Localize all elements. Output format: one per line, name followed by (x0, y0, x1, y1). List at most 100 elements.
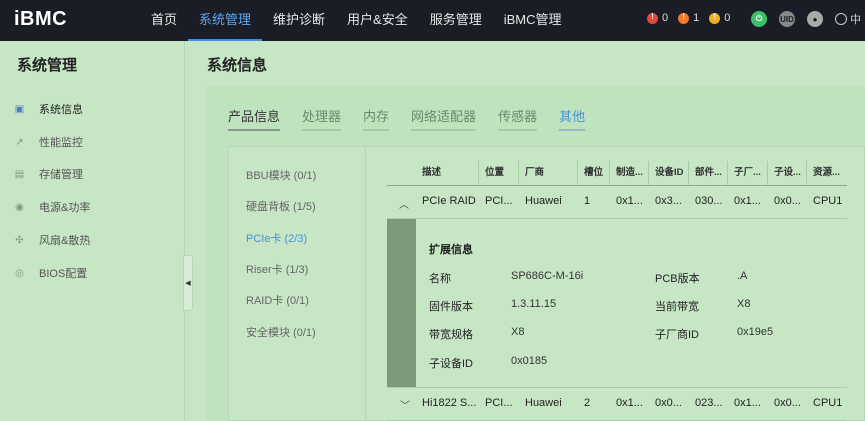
detail-key-pcb-version: PCB版本 (655, 273, 700, 285)
col-header-position: 位置 (479, 161, 519, 185)
col-header-device-id: 设备ID (649, 161, 689, 185)
chart-icon: ↗ (15, 136, 24, 148)
cell-sub-vendor: 0x1... (734, 195, 761, 207)
cell-description: PCIe RAID (422, 195, 476, 207)
tab-memory[interactable]: 内存 (363, 106, 390, 131)
major-alert[interactable]: 1 (678, 12, 699, 24)
detail-key-firmware: 固件版本 (429, 301, 473, 313)
col-header-part: 部件... (689, 161, 728, 185)
cell-sub-device: 0x0... (774, 195, 801, 207)
detail-value-current-bandwidth: X8 (737, 298, 751, 310)
expand-row-chevron-down-icon[interactable]: ﹀ (400, 397, 410, 412)
sidebar-item-label: 性能监控 (39, 137, 83, 149)
major-alert-icon (678, 12, 690, 24)
sidebar-item-performance[interactable]: ↗ 性能监控 (0, 128, 184, 156)
subnav-raid-card[interactable]: RAID卡 (0/1) (246, 292, 309, 308)
globe-icon (835, 13, 847, 25)
tab-sensor[interactable]: 传感器 (498, 106, 538, 131)
cell-resource: CPU1 (813, 397, 843, 409)
cell-sub-vendor: 0x1... (734, 397, 761, 409)
detail-value-pcb-version: .A (737, 270, 748, 282)
collapse-row-chevron-up-icon[interactable]: ︿ (399, 196, 409, 211)
sidebar-item-system-info[interactable]: ▣ 系统信息 (0, 95, 184, 123)
nav-system-management[interactable]: 系统管理 (188, 0, 263, 41)
subnav-pcie-card[interactable]: PCIe卡 (2/3) (246, 230, 307, 246)
detail-value-firmware: 1.3.11.15 (511, 298, 557, 310)
minor-alert[interactable]: 0 (709, 12, 730, 24)
detail-key-name: 名称 (429, 273, 451, 285)
header-divider (387, 185, 847, 186)
storage-icon: ▤ (14, 168, 25, 180)
user-avatar-icon[interactable]: ● (807, 11, 823, 27)
col-header-resource: 资源... (813, 167, 840, 178)
subnav-disk-backplane[interactable]: 硬盘背板 (1/5) (246, 198, 316, 214)
expanded-details: 扩展信息 名称 SP686C-M-16i 固件版本 1.3.11.15 带宽规格… (387, 219, 847, 387)
subnav-riser-card[interactable]: Riser卡 (1/3) (246, 261, 308, 277)
cell-description: Hi1822 S... (422, 397, 477, 409)
cell-vendor: Huawei (525, 195, 562, 207)
tab-processor[interactable]: 处理器 (302, 106, 342, 131)
minor-alert-count: 0 (724, 12, 731, 24)
sidebar-item-fan[interactable]: ✣ 风扇&散热 (0, 226, 184, 254)
nav-home[interactable]: 首页 (140, 0, 188, 41)
col-header-description: 描述 (416, 161, 479, 185)
col-header-sub-vendor: 子厂... (728, 161, 768, 185)
expand-title: 扩展信息 (429, 244, 473, 256)
ibmc-logo: iBMC (14, 8, 68, 30)
expand-indicator-bar (387, 219, 416, 387)
detail-value-sub-device-id: 0x0185 (511, 355, 548, 367)
detail-key-sub-vendor-id: 子厂商ID (655, 329, 699, 341)
language-label: 中 (850, 14, 861, 26)
power-status-icon[interactable]: ⏻ (751, 11, 767, 27)
sidebar-item-label: 系统信息 (39, 104, 83, 116)
uid-icon[interactable]: UID (779, 11, 795, 27)
critical-alert[interactable]: 0 (647, 12, 668, 24)
cell-vendor: Huawei (525, 397, 562, 409)
nav-maintenance[interactable]: 维护诊断 (262, 0, 336, 41)
language-switch[interactable]: 中 (835, 11, 861, 27)
main-nav: 首页 系统管理 维护诊断 用户&安全 服务管理 iBMC管理 (140, 0, 573, 41)
detail-value-bandwidth-spec: X8 (511, 326, 525, 338)
cell-part: 030... (695, 195, 723, 207)
nav-service-management[interactable]: 服务管理 (419, 0, 493, 41)
detail-key-current-bandwidth: 当前带宽 (655, 301, 699, 313)
cell-manufacturer: 0x1... (616, 195, 643, 207)
cell-part: 023... (695, 397, 723, 409)
col-header-sub-device: 子设... (768, 161, 807, 185)
subnav-security-module[interactable]: 安全模块 (0/1) (246, 324, 316, 340)
info-tabs: 产品信息 处理器 内存 网络适配器 传感器 其他 (228, 106, 607, 131)
nav-ibmc-management[interactable]: iBMC管理 (493, 0, 573, 41)
detail-value-sub-vendor-id: 0x19e5 (737, 326, 774, 338)
bios-icon: ◎ (15, 267, 24, 279)
sidebar-item-power[interactable]: ◉ 电源&功率 (0, 193, 184, 221)
tab-network-adapter[interactable]: 网络适配器 (411, 106, 477, 131)
sidebar: 系统管理 ▣ 系统信息 ↗ 性能监控 ▤ 存储管理 ◉ 电源&功率 ✣ 风扇&散… (0, 41, 185, 421)
col-header-vendor: 厂商 (519, 161, 578, 185)
sidebar-item-label: 电源&功率 (39, 202, 91, 214)
page-title: 系统信息 (207, 57, 268, 74)
tab-product-info[interactable]: 产品信息 (228, 106, 281, 131)
critical-alert-icon (647, 12, 658, 24)
sidebar-item-storage[interactable]: ▤ 存储管理 (0, 160, 184, 188)
sidebar-item-label: 风扇&散热 (39, 235, 91, 247)
subnav-bbu[interactable]: BBU模块 (0/1) (246, 167, 316, 183)
fan-icon: ✣ (15, 234, 24, 246)
component-subnav: BBU模块 (0/1) 硬盘背板 (1/5) PCIe卡 (2/3) Riser… (229, 147, 366, 421)
sidebar-collapse-button[interactable]: ◀ (183, 255, 193, 311)
cell-device-id: 0x3... (655, 195, 682, 207)
cell-position: PCI... (485, 195, 513, 207)
sidebar-item-bios[interactable]: ◎ BIOS配置 (0, 259, 184, 287)
nav-user-security[interactable]: 用户&安全 (336, 0, 419, 41)
other-info-container: BBU模块 (0/1) 硬盘背板 (1/5) PCIe卡 (2/3) Riser… (228, 146, 865, 421)
cell-position: PCI... (485, 397, 513, 409)
sidebar-item-label: 存储管理 (39, 169, 83, 181)
content-panel: 产品信息 处理器 内存 网络适配器 传感器 其他 BBU模块 (0/1) 硬盘背… (207, 86, 865, 421)
col-header-slot: 槽位 (578, 161, 610, 185)
minor-alert-icon (709, 12, 721, 24)
critical-alert-count: 0 (662, 12, 669, 24)
top-bar: iBMC 首页 系统管理 维护诊断 用户&安全 服务管理 iBMC管理 0 1 … (0, 0, 865, 41)
alert-summary: 0 1 0 (647, 12, 740, 24)
major-alert-count: 1 (693, 12, 700, 24)
top-actions: ⏻ UID ● 中 (751, 11, 861, 27)
tab-other[interactable]: 其他 (559, 106, 586, 131)
